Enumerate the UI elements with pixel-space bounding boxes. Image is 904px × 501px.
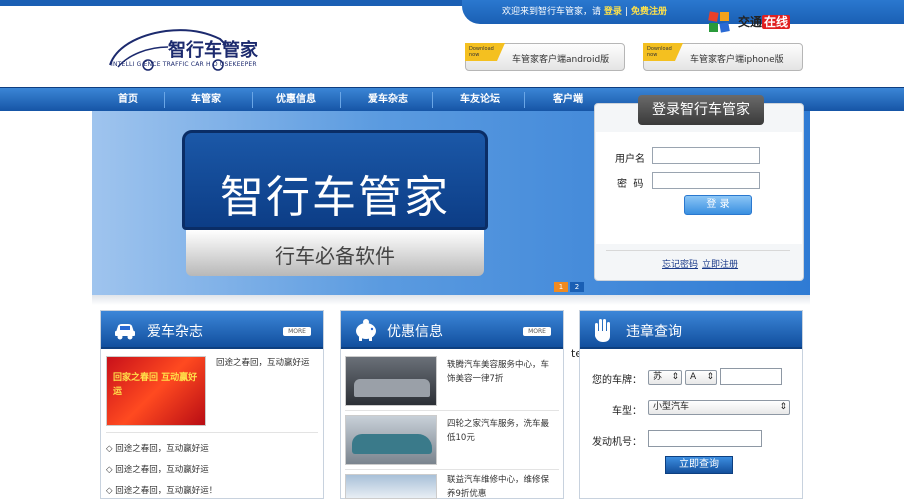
chevron-updown-icon: ⇕: [706, 372, 714, 382]
deals-panel-header: 优惠信息 MORE: [341, 311, 563, 349]
banner-shadow: [92, 295, 810, 305]
deals-divider: [345, 469, 559, 470]
nav-item-home[interactable]: 首页: [100, 88, 156, 112]
register-link[interactable]: 免费注册: [631, 7, 667, 17]
banner-subtitle-plate: 行车必备软件: [186, 230, 484, 276]
download-tag: Download now: [465, 43, 505, 61]
vehicle-type-value: 小型汽车: [653, 402, 690, 412]
password-label: 密 码: [617, 179, 644, 190]
engine-number-input[interactable]: [648, 430, 762, 447]
letter-select[interactable]: A ⇕: [685, 370, 717, 385]
deals-title: 优惠信息: [387, 324, 443, 340]
partner-highlight: 在线: [762, 15, 791, 29]
magazine-item-text: 回途之春回，互动赢好运: [115, 444, 209, 454]
banner-title: 智行车管家: [220, 172, 450, 223]
car-icon: [115, 324, 135, 340]
banner-page-1[interactable]: 1: [554, 282, 568, 292]
download-android-button[interactable]: Download now 车管家客户端android版: [465, 43, 625, 71]
download-iphone-button[interactable]: Download now 车管家客户端iphone版: [643, 43, 803, 71]
download-tag: Download now: [643, 43, 683, 61]
logo-subtitle: INTELLI G ENCE TRAFFIC CAR H O USEKEEPER: [111, 61, 257, 68]
login-divider: [606, 250, 790, 251]
plate-label: 您的车牌：: [592, 375, 642, 386]
deal-text-1[interactable]: 轶腾汽车美容服务中心，车饰美容一律7折: [447, 358, 555, 386]
magazine-item-text: 回途之春回，互动赢好运！: [115, 486, 218, 496]
nav-divider: [340, 92, 341, 108]
magazine-headline[interactable]: 回途之春回，互动赢好运: [216, 356, 316, 370]
login-button[interactable]: 登 录: [684, 195, 752, 215]
partner-logo-icon: [708, 11, 730, 33]
deal-text-3[interactable]: 联益汽车维修中心，维修保养9折优惠: [447, 473, 555, 501]
nav-item-magazine[interactable]: 爱车杂志: [358, 88, 418, 112]
province-select[interactable]: 苏 ⇕: [648, 370, 682, 385]
magazine-list-item[interactable]: ◇ 回途之春回，互动赢好运: [106, 442, 209, 454]
plate-number-input[interactable]: [720, 368, 782, 385]
nav-item-deals[interactable]: 优惠信息: [266, 88, 326, 112]
link-separator: |: [624, 7, 628, 17]
car-shape: [352, 434, 432, 454]
deal-thumbnail-3[interactable]: [345, 474, 437, 499]
magazine-item-text: 回途之春回，互动赢好运: [115, 465, 209, 475]
nav-divider: [164, 92, 165, 108]
partner-label: 交通: [738, 15, 763, 29]
banner-title-plate: 智行车管家: [182, 130, 488, 230]
magazine-list-item[interactable]: ◇ 回途之春回，互动赢好运: [106, 463, 209, 475]
logo-title: 智行车管家: [168, 40, 258, 61]
province-value: 苏: [653, 372, 663, 382]
deals-divider: [345, 410, 559, 411]
piggy-bank-icon: [356, 319, 376, 341]
login-links: 忘记密码 立即注册: [662, 257, 742, 270]
magazine-title: 爱车杂志: [147, 324, 203, 340]
chevron-updown-icon: ⇕: [671, 372, 679, 382]
nav-item-car-manager[interactable]: 车管家: [178, 88, 234, 112]
vehicle-type-label: 车型：: [612, 406, 642, 417]
banner-panel: 智行车管家 行车必备软件: [182, 130, 488, 280]
nav-divider: [252, 92, 253, 108]
hand-stop-icon: [595, 319, 610, 342]
engine-number-label: 发动机号：: [592, 437, 642, 448]
chevron-updown-icon: ⇕: [779, 402, 787, 412]
nav-divider: [432, 92, 433, 108]
banner-page-2[interactable]: 2: [570, 282, 584, 292]
welcome-text: 欢迎来到智行车管家，请: [502, 7, 602, 17]
deal-thumbnail-1[interactable]: [345, 356, 437, 406]
deal-text-2[interactable]: 四轮之家汽车服务，洗车最低10元: [447, 417, 555, 445]
query-submit-button[interactable]: 立即查询: [665, 456, 733, 474]
query-panel-header: 违章查询: [580, 311, 802, 349]
banner-subtitle: 行车必备软件: [275, 244, 395, 268]
register-now-link[interactable]: 立即注册: [702, 260, 738, 270]
download-android-label: 车管家客户端android版: [512, 55, 610, 65]
vehicle-type-select[interactable]: 小型汽车 ⇕: [648, 400, 790, 415]
login-title: 登录智行车管家: [638, 95, 764, 125]
deal-thumbnail-2[interactable]: [345, 415, 437, 465]
magazine-more-button[interactable]: MORE: [283, 327, 311, 336]
login-link[interactable]: 登录: [604, 7, 622, 17]
password-input[interactable]: [652, 172, 760, 189]
deals-more-button[interactable]: MORE: [523, 327, 551, 336]
magazine-thumbnail[interactable]: 回家之春回 互动赢好运: [106, 356, 206, 426]
car-shape: [354, 379, 430, 397]
magazine-thumbnail-caption: 回家之春回 互动赢好运: [113, 373, 198, 397]
magazine-panel-header: 爱车杂志 MORE: [101, 311, 323, 349]
letter-value: A: [690, 372, 697, 382]
magazine-list-item[interactable]: ◇ 回途之春回，互动赢好运！: [106, 484, 217, 496]
magazine-divider: [106, 432, 318, 433]
welcome-strip: 欢迎来到智行车管家，请 登录 | 免费注册: [462, 0, 904, 24]
username-label: 用户名: [615, 154, 645, 165]
nav-item-client[interactable]: 客户端: [540, 88, 596, 112]
nav-item-forum[interactable]: 车友论坛: [450, 88, 510, 112]
partner-name[interactable]: 交通 在线: [738, 13, 791, 30]
download-iphone-label: 车管家客户端iphone版: [690, 55, 784, 65]
nav-divider: [524, 92, 525, 108]
query-title: 违章查询: [626, 324, 682, 340]
forgot-password-link[interactable]: 忘记密码: [662, 260, 698, 270]
username-input[interactable]: [652, 147, 760, 164]
